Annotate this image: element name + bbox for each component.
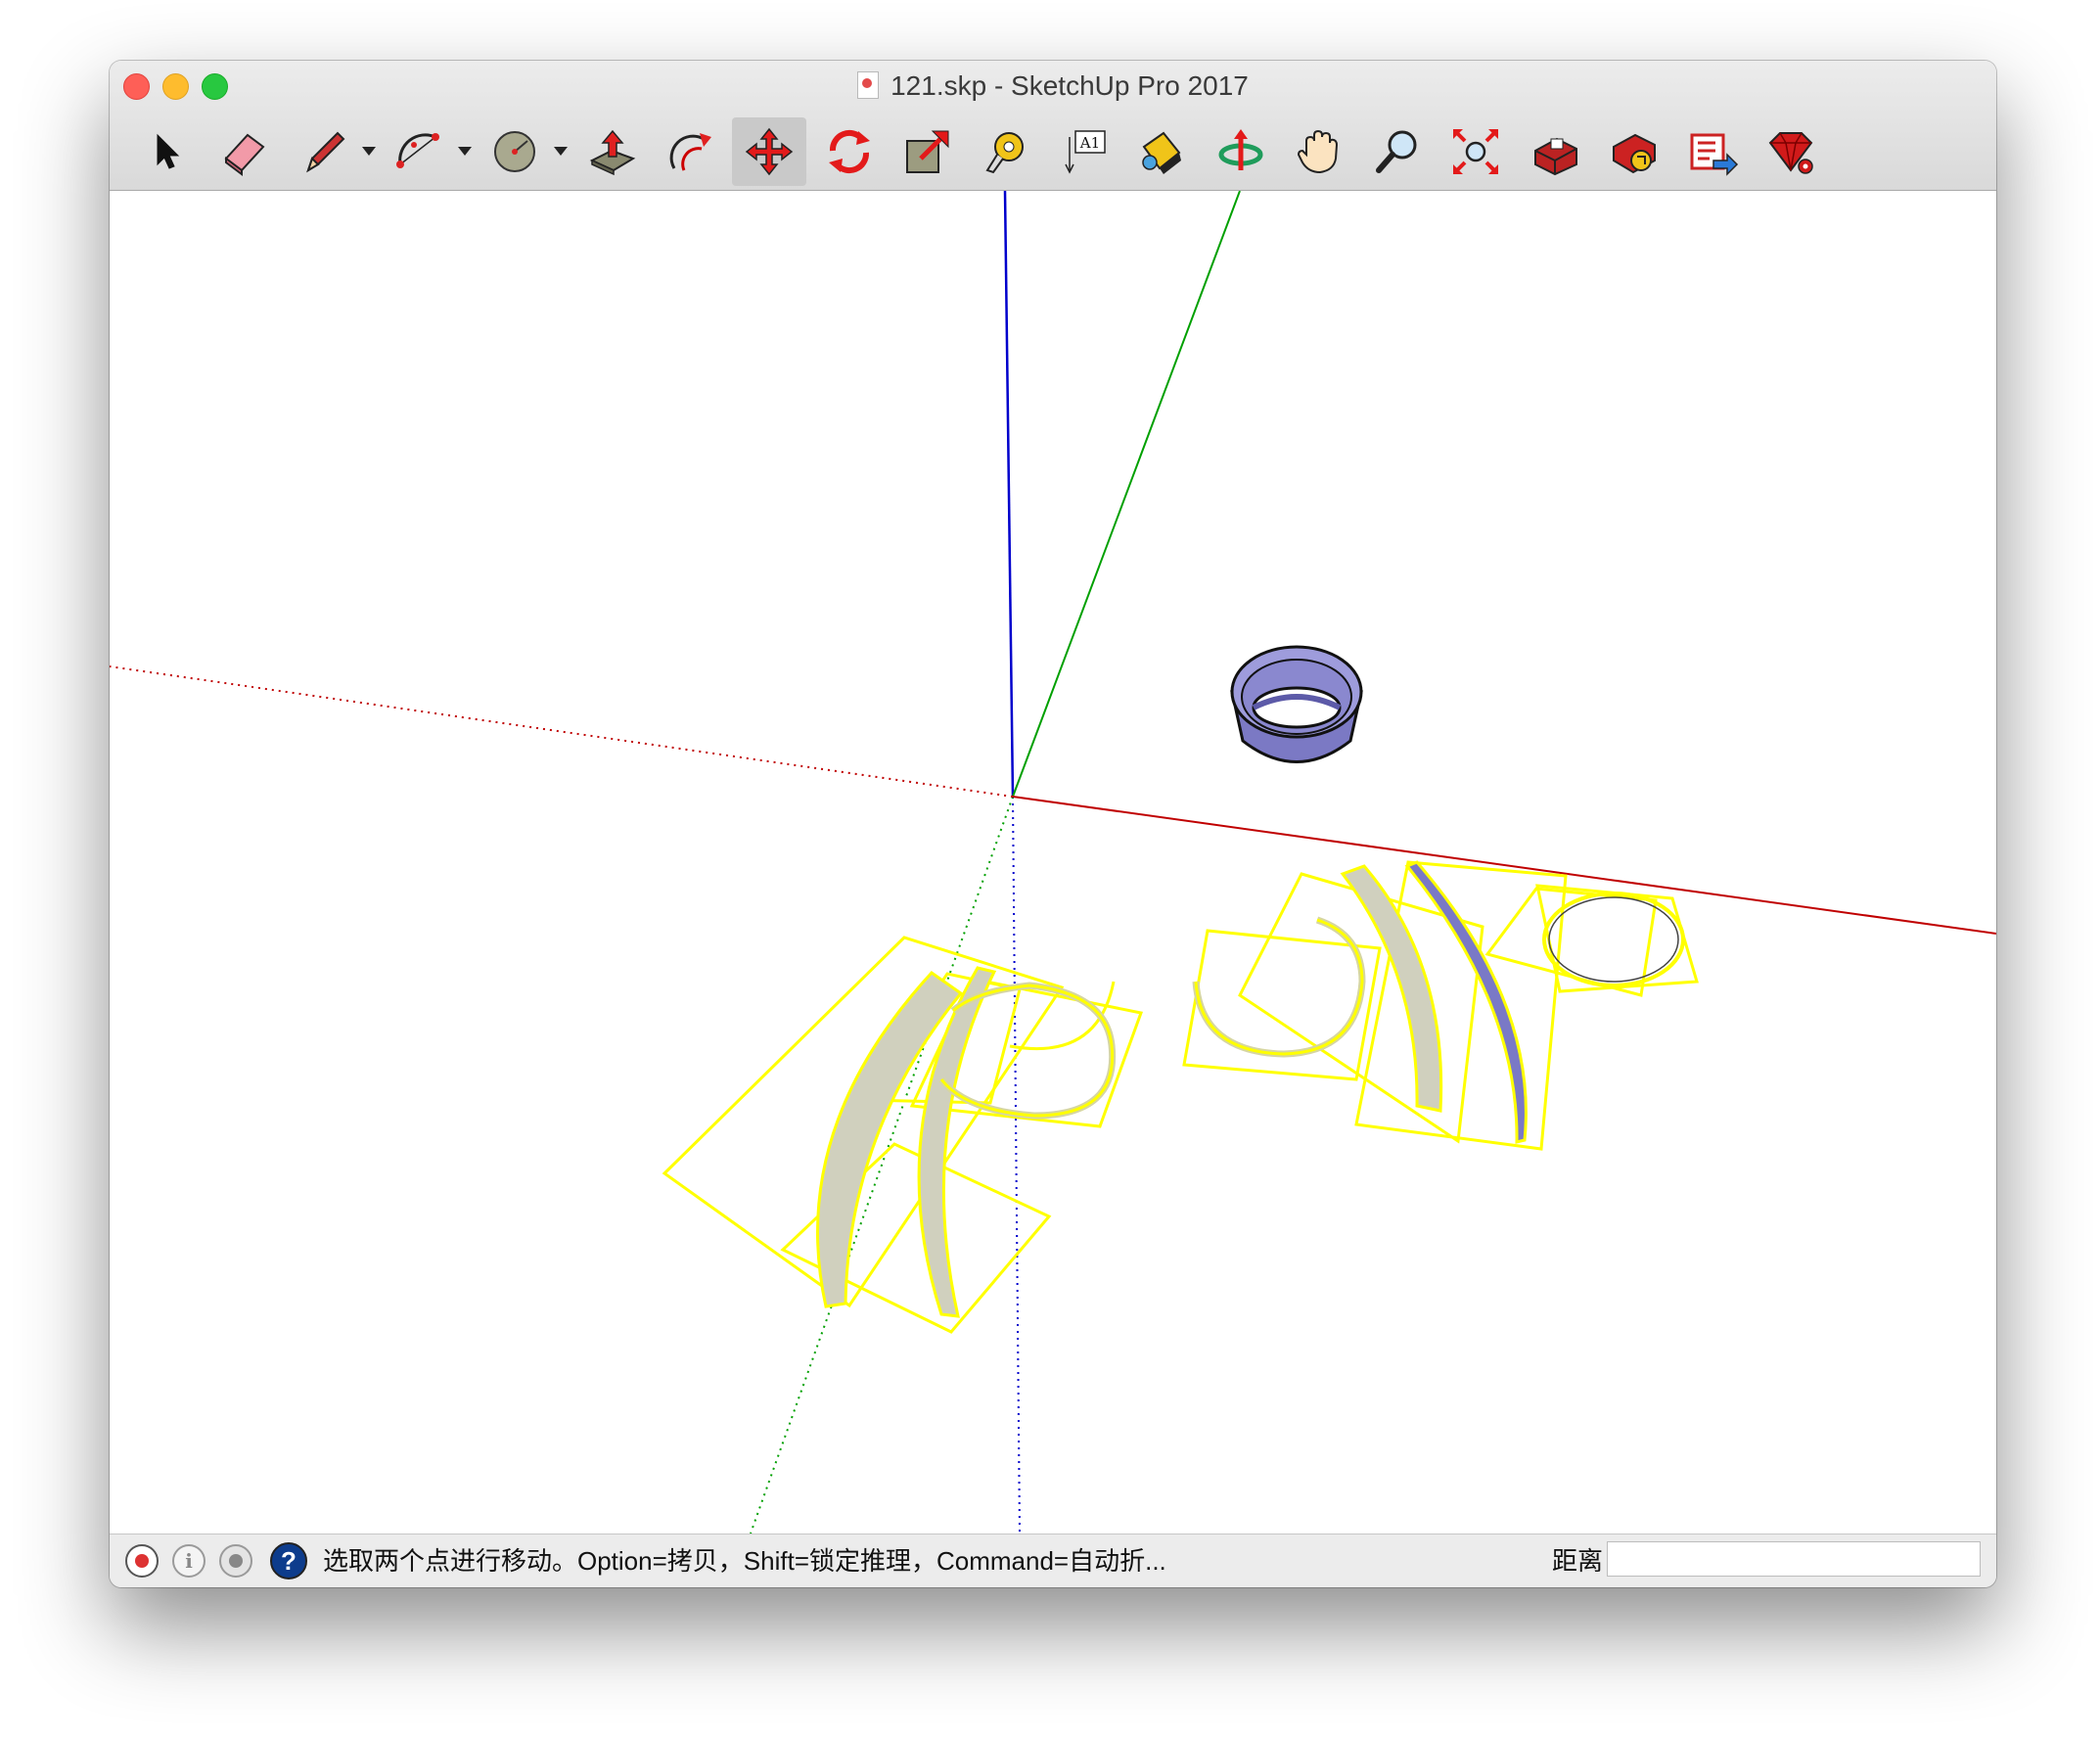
push-pull-tool-button[interactable] <box>575 117 650 186</box>
push-pull-icon <box>589 129 636 176</box>
warehouse-icon <box>1534 137 1577 176</box>
scale-icon <box>906 130 949 173</box>
zoom-extents-icon <box>1453 129 1498 174</box>
rotate-tool-button[interactable] <box>812 117 887 186</box>
hand-icon <box>1297 129 1339 174</box>
ruby-gem-icon <box>1768 132 1813 174</box>
red-axis-positive <box>1012 796 1996 935</box>
offset-tool-button[interactable] <box>654 117 728 186</box>
zoom-tool-button[interactable] <box>1360 117 1435 186</box>
text-label-icon: A1 <box>1065 130 1106 174</box>
measurements-label: 距离 <box>1552 1546 1604 1576</box>
orbit-icon <box>1218 129 1263 170</box>
credits-info-icon[interactable]: i <box>172 1544 205 1578</box>
circle-tool-button[interactable] <box>478 117 552 186</box>
eraser-tool-button[interactable] <box>207 117 282 186</box>
geo-location-icon[interactable] <box>125 1544 159 1578</box>
magnifier-icon <box>1376 130 1417 173</box>
arc-dropdown-arrow[interactable] <box>458 147 472 156</box>
zoom-extents-tool-button[interactable] <box>1438 117 1513 186</box>
extension-warehouse-icon <box>1690 133 1739 176</box>
eraser-icon <box>224 133 265 176</box>
drawing-area[interactable] <box>110 191 1996 1534</box>
blue-axis-negative <box>1012 796 1021 1534</box>
window-title-text: 121.skp - SketchUp Pro 2017 <box>890 70 1249 101</box>
tape-measure-tool-button[interactable] <box>969 117 1043 186</box>
selected-pieces-right[interactable] <box>1182 860 1699 1151</box>
shapes-dropdown-arrow[interactable] <box>554 147 568 156</box>
green-axis-positive <box>1012 191 1241 798</box>
model-scene <box>110 191 1996 1534</box>
paint-bucket-tool-button[interactable] <box>1123 117 1198 186</box>
share-model-icon <box>1613 133 1656 174</box>
share-model-button[interactable] <box>1597 117 1671 186</box>
orbit-tool-button[interactable] <box>1204 117 1278 186</box>
move-icon <box>745 127 794 176</box>
arc-icon <box>396 133 439 168</box>
offset-icon <box>669 133 711 171</box>
line-dropdown-arrow[interactable] <box>362 147 376 156</box>
title-bar: 121.skp - SketchUp Pro 2017 A1 <box>110 61 1996 191</box>
green-axis-negative <box>750 796 1014 1534</box>
text-tool-button[interactable]: A1 <box>1047 117 1121 186</box>
measurements-input[interactable] <box>1607 1541 1981 1577</box>
main-toolbar: A1 <box>129 117 1979 186</box>
blue-axis-positive <box>1003 191 1015 798</box>
move-tool-button[interactable] <box>732 117 806 186</box>
sketchup-window: 121.skp - SketchUp Pro 2017 A1 i ? 选取两个点… <box>110 61 1996 1587</box>
red-axis-negative <box>110 665 1014 798</box>
ruby-console-button[interactable] <box>1754 117 1828 186</box>
skp-file-icon <box>857 71 880 99</box>
user-account-icon[interactable] <box>219 1544 252 1578</box>
ring-component[interactable] <box>1230 645 1363 763</box>
scale-tool-button[interactable] <box>890 117 965 186</box>
arc-tool-button[interactable] <box>382 117 456 186</box>
status-hint-text: 选取两个点进行移动。Option=拷贝，Shift=锁定推理，Command=自… <box>323 1546 1166 1576</box>
pencil-icon <box>306 131 345 173</box>
svg-text:A1: A1 <box>1079 134 1100 152</box>
circle-shape-icon <box>494 131 535 172</box>
instructor-help-icon[interactable]: ? <box>270 1542 307 1580</box>
extension-warehouse-button[interactable] <box>1675 117 1750 186</box>
window-title: 121.skp - SketchUp Pro 2017 <box>110 69 1996 104</box>
status-bar: i ? 选取两个点进行移动。Option=拷贝，Shift=锁定推理，Comma… <box>110 1534 1996 1587</box>
line-tool-button[interactable] <box>288 117 362 186</box>
rotate-icon <box>829 129 870 174</box>
arrow-cursor-icon <box>157 133 180 169</box>
paint-bucket-icon <box>1142 131 1181 174</box>
selected-pieces-left[interactable] <box>662 936 1144 1334</box>
tape-measure-icon <box>985 132 1024 174</box>
3d-warehouse-button[interactable] <box>1519 117 1593 186</box>
pan-tool-button[interactable] <box>1282 117 1356 186</box>
select-tool-button[interactable] <box>137 117 192 186</box>
